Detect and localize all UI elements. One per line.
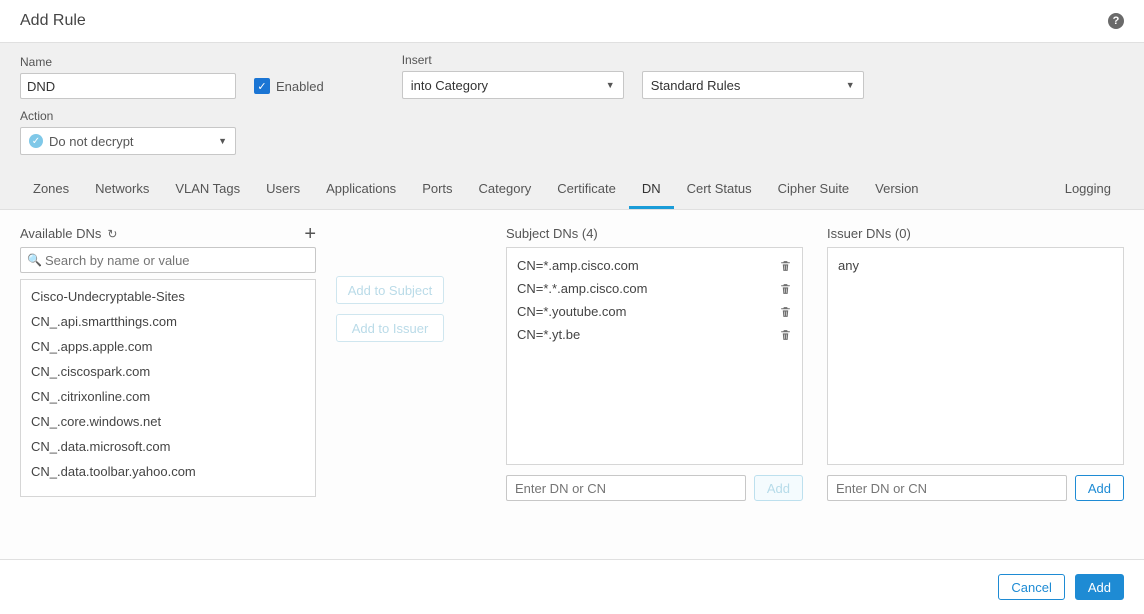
add-to-issuer-button[interactable]: Add to Issuer <box>336 314 444 342</box>
name-input[interactable] <box>20 73 236 99</box>
tab-networks[interactable]: Networks <box>82 173 162 209</box>
tab-certificate[interactable]: Certificate <box>544 173 629 209</box>
list-item[interactable]: CN_.data.microsoft.com <box>21 434 315 459</box>
issuer-add-button[interactable]: Add <box>1075 475 1124 501</box>
tab-cert-status[interactable]: Cert Status <box>674 173 765 209</box>
issuer-any-text: any <box>830 254 1121 277</box>
add-button[interactable]: Add <box>1075 574 1124 600</box>
tab-vlan-tags[interactable]: VLAN Tags <box>162 173 253 209</box>
list-item[interactable]: Cisco-Undecryptable-Sites <box>21 284 315 309</box>
help-icon[interactable]: ? <box>1108 13 1124 29</box>
insert-select[interactable]: into Category ▼ <box>402 71 624 99</box>
list-item[interactable]: CN_.apps.apple.com <box>21 334 315 359</box>
subject-panel: Subject DNs (4) CN=*.amp.cisco.com CN=*.… <box>506 226 803 539</box>
add-icon[interactable]: + <box>304 227 316 241</box>
tab-version[interactable]: Version <box>862 173 931 209</box>
do-not-decrypt-icon: ✓ <box>29 134 43 148</box>
issuer-panel: Issuer DNs (0) any Add <box>827 226 1124 539</box>
tab-ports[interactable]: Ports <box>409 173 465 209</box>
chevron-down-icon: ▼ <box>846 80 855 90</box>
list-item[interactable]: CN_.core.windows.net <box>21 409 315 434</box>
dialog-title: Add Rule <box>20 12 86 30</box>
subject-dn-input[interactable] <box>506 475 746 501</box>
enabled-field: ✓ Enabled <box>254 73 324 99</box>
enabled-label: Enabled <box>276 79 324 94</box>
tab-logging[interactable]: Logging <box>1052 173 1124 209</box>
field-name: Name <box>20 55 236 99</box>
dn-tab-content: Available DNs ↻ + 🔍 Cisco-Undecryptable-… <box>0 210 1144 559</box>
refresh-icon[interactable]: ↻ <box>107 227 117 241</box>
list-item[interactable]: CN_.ciscospark.com <box>21 359 315 384</box>
cancel-button[interactable]: Cancel <box>998 574 1064 600</box>
tab-zones[interactable]: Zones <box>20 173 82 209</box>
tab-users[interactable]: Users <box>253 173 313 209</box>
tab-category[interactable]: Category <box>466 173 545 209</box>
dn-text: CN=*.yt.be <box>517 327 580 342</box>
tabs: Zones Networks VLAN Tags Users Applicati… <box>20 155 1124 209</box>
subject-title: Subject DNs (4) <box>506 226 803 241</box>
field-action: Action ✓ Do not decrypt ▼ <box>20 109 236 155</box>
subject-item: CN=*.yt.be <box>509 323 800 346</box>
action-select[interactable]: ✓ Do not decrypt ▼ <box>20 127 236 155</box>
subject-list: CN=*.amp.cisco.com CN=*.*.amp.cisco.com … <box>506 247 803 465</box>
insert-label: Insert <box>402 53 624 67</box>
dn-text: CN=*.*.amp.cisco.com <box>517 281 647 296</box>
rules-select-value: Standard Rules <box>651 78 741 93</box>
dialog-footer: Cancel Add <box>0 559 1144 614</box>
list-item[interactable]: CN_.api.smartthings.com <box>21 309 315 334</box>
subject-item: CN=*.*.amp.cisco.com <box>509 277 800 300</box>
chevron-down-icon: ▼ <box>606 80 615 90</box>
chevron-down-icon: ▼ <box>218 136 227 146</box>
add-to-subject-button[interactable]: Add to Subject <box>336 276 444 304</box>
dn-text: CN=*.amp.cisco.com <box>517 258 639 273</box>
dn-text: CN=*.youtube.com <box>517 304 626 319</box>
subject-item: CN=*.amp.cisco.com <box>509 254 800 277</box>
list-item[interactable]: CN_.citrixonline.com <box>21 384 315 409</box>
search-icon: 🔍 <box>27 253 42 267</box>
field-rules: Standard Rules ▼ <box>642 71 864 99</box>
issuer-title: Issuer DNs (0) <box>827 226 1124 241</box>
form-row-1: Name ✓ Enabled Insert into Category ▼ St… <box>20 53 1124 99</box>
issuer-list: any <box>827 247 1124 465</box>
action-label: Action <box>20 109 236 123</box>
trash-icon[interactable] <box>779 328 792 342</box>
rules-select[interactable]: Standard Rules ▼ <box>642 71 864 99</box>
field-insert: Insert into Category ▼ <box>402 53 624 99</box>
trash-icon[interactable] <box>779 259 792 273</box>
search-wrap: 🔍 <box>20 247 316 273</box>
subject-add-button[interactable]: Add <box>754 475 803 501</box>
insert-select-value: into Category <box>411 78 488 93</box>
tab-applications[interactable]: Applications <box>313 173 409 209</box>
dn-panels: Subject DNs (4) CN=*.amp.cisco.com CN=*.… <box>506 226 1124 539</box>
issuer-dn-input[interactable] <box>827 475 1067 501</box>
transfer-buttons: Add to Subject Add to Issuer <box>336 226 486 539</box>
available-list[interactable]: Cisco-Undecryptable-Sites CN_.api.smartt… <box>20 279 316 497</box>
subject-item: CN=*.youtube.com <box>509 300 800 323</box>
tab-dn[interactable]: DN <box>629 173 674 209</box>
add-rule-dialog: Add Rule ? Name ✓ Enabled Insert into Ca… <box>0 0 1144 614</box>
dialog-header: Add Rule ? <box>0 0 1144 43</box>
trash-icon[interactable] <box>779 305 792 319</box>
form-area: Name ✓ Enabled Insert into Category ▼ St… <box>0 43 1144 210</box>
available-column: Available DNs ↻ + 🔍 Cisco-Undecryptable-… <box>20 226 316 539</box>
trash-icon[interactable] <box>779 282 792 296</box>
enabled-checkbox[interactable]: ✓ <box>254 78 270 94</box>
tab-cipher-suite[interactable]: Cipher Suite <box>765 173 863 209</box>
search-input[interactable] <box>20 247 316 273</box>
available-title: Available DNs <box>20 226 101 241</box>
name-label: Name <box>20 55 236 69</box>
action-value: Do not decrypt <box>49 134 134 149</box>
list-item[interactable]: CN_.data.toolbar.yahoo.com <box>21 459 315 484</box>
